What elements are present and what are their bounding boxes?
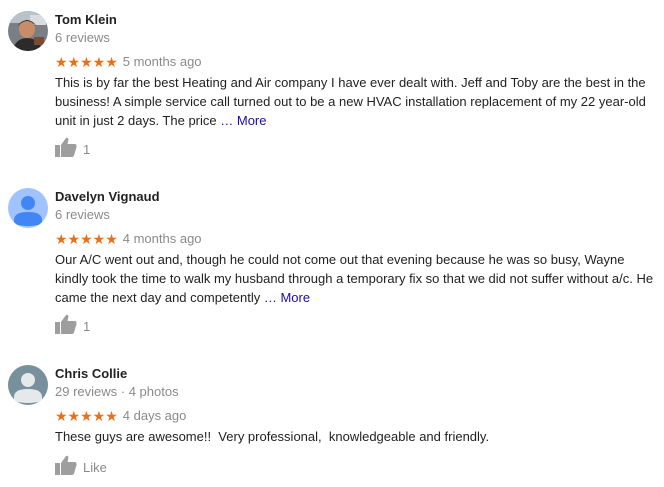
review-time: 4 days ago bbox=[122, 407, 187, 423]
like-count: 1 bbox=[83, 319, 91, 334]
reviewer-meta[interactable]: 6 reviews bbox=[55, 207, 110, 222]
user-avatar[interactable] bbox=[8, 188, 48, 228]
review-body: Our A/C went out and, though he could no… bbox=[55, 252, 654, 305]
star-rating: ★★★★★ bbox=[55, 407, 118, 424]
user-avatar[interactable] bbox=[8, 11, 48, 51]
review-time: 4 months ago bbox=[122, 230, 202, 246]
like-button[interactable]: 1 bbox=[55, 314, 90, 336]
like-button[interactable]: Like bbox=[55, 455, 107, 477]
default-avatar-icon bbox=[8, 365, 48, 405]
review-time: 5 months ago bbox=[122, 53, 202, 69]
thumbs-up-icon bbox=[55, 314, 77, 339]
more-link[interactable]: … More bbox=[264, 290, 310, 305]
reviewer-meta[interactable]: 6 reviews bbox=[55, 30, 110, 45]
like-label: Like bbox=[83, 460, 107, 475]
reviewer-meta[interactable]: 29 reviews · 4 photos bbox=[55, 384, 179, 399]
rating-row: ★★★★★ 4 months ago bbox=[55, 230, 202, 247]
default-avatar-icon bbox=[8, 188, 48, 228]
review-text: Our A/C went out and, though he could no… bbox=[55, 250, 659, 307]
thumbs-up-icon bbox=[55, 137, 77, 162]
reviewer-name[interactable]: Chris Collie bbox=[55, 366, 127, 381]
like-button[interactable]: 1 bbox=[55, 137, 90, 159]
star-rating: ★★★★★ bbox=[55, 230, 118, 247]
user-avatar[interactable] bbox=[8, 365, 48, 405]
reviewer-name[interactable]: Davelyn Vignaud bbox=[55, 189, 160, 204]
more-link[interactable]: … More bbox=[220, 113, 266, 128]
thumbs-up-icon bbox=[55, 455, 77, 480]
review-body: This is by far the best Heating and Air … bbox=[55, 75, 646, 128]
review-body: These guys are awesome!! Very profession… bbox=[55, 429, 490, 444]
rating-row: ★★★★★ 5 months ago bbox=[55, 53, 202, 70]
review-text: These guys are awesome!! Very profession… bbox=[55, 427, 659, 446]
like-count: 1 bbox=[83, 142, 91, 157]
rating-row: ★★★★★ 4 days ago bbox=[55, 407, 187, 424]
star-rating: ★★★★★ bbox=[55, 53, 118, 70]
photo-avatar-icon bbox=[8, 11, 48, 51]
reviewer-name[interactable]: Tom Klein bbox=[55, 12, 117, 27]
review-text: This is by far the best Heating and Air … bbox=[55, 73, 659, 130]
